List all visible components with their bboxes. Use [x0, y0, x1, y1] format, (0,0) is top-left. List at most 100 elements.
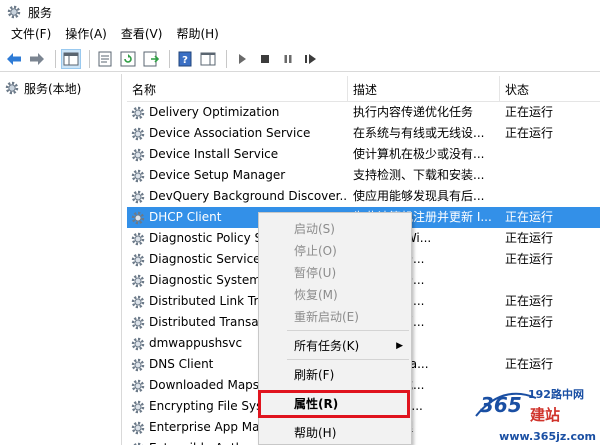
service-row[interactable]: DevQuery Background Discover... 使应用能够发现具有… [127, 186, 600, 207]
console-tree-pane: 服务(本地) [0, 74, 122, 445]
sort-arrow-icon: ^ [231, 74, 239, 81]
service-name: Diagnostic Policy Se [149, 231, 270, 245]
service-status: 正在运行 [505, 126, 554, 140]
service-status [500, 270, 600, 291]
context-menu-item[interactable]: 帮助(H) [259, 422, 411, 444]
service-gear-icon [131, 400, 145, 413]
service-name: Encrypting File Syst [149, 399, 268, 413]
console-tree-icon[interactable] [61, 48, 81, 69]
pause-service-icon[interactable] [278, 49, 298, 69]
context-menu-item[interactable]: 重新启动(E) [259, 306, 411, 328]
service-gear-icon [131, 358, 145, 371]
menu-view[interactable]: 查看(V) [114, 24, 170, 44]
toolbar-separator [169, 49, 170, 68]
service-gear-icon [131, 232, 145, 245]
service-description: 使计算机在极少或没有... [353, 147, 485, 161]
context-menu-item[interactable]: 启动(S) [259, 218, 411, 240]
service-status: 正在运行 [505, 210, 554, 224]
forward-arrow-icon[interactable] [27, 49, 47, 69]
service-name-cell: Delivery Optimization [127, 102, 348, 123]
context-menu-item-label: 恢复(M) [294, 288, 338, 302]
svg-text:192路中网: 192路中网 [528, 387, 584, 401]
context-menu-item-label: 刷新(F) [294, 368, 335, 382]
service-name: Diagnostic System [149, 273, 261, 287]
menu-bar: 文件(F) 操作(A) 查看(V) 帮助(H) [0, 24, 600, 44]
service-name: DevQuery Background Discover... [149, 189, 348, 203]
service-description: 使应用能够发现具有后... [353, 189, 485, 203]
stop-service-icon[interactable] [255, 49, 275, 69]
service-name: Device Setup Manager [149, 168, 286, 182]
watermark-url: www.365jz.com [499, 430, 596, 443]
highlight-annotation-box [258, 390, 410, 418]
service-gear-icon [131, 253, 145, 266]
toolbar-separator [226, 49, 227, 68]
service-name: Diagnostic Service [149, 252, 261, 266]
service-status: 正在运行 [505, 231, 554, 245]
tree-node-label: 服务(本地) [24, 81, 82, 96]
context-menu-separator [287, 330, 409, 331]
service-gear-icon [131, 190, 145, 203]
service-status [500, 165, 600, 186]
service-gear-icon [132, 442, 144, 445]
service-name: DHCP Client [149, 210, 222, 224]
service-status [500, 333, 600, 354]
service-name: Delivery Optimization [149, 105, 280, 119]
service-gear-icon [131, 316, 145, 329]
services-gear-icon [7, 5, 21, 19]
service-status [500, 144, 600, 165]
service-name: dmwappushsvc [149, 336, 243, 350]
service-name: DNS Client [149, 357, 214, 371]
context-menu-item-label: 停止(O) [294, 244, 337, 258]
service-name-cell: DevQuery Background Discover... [127, 186, 348, 207]
toolbar: ? [0, 46, 600, 72]
service-status: 正在运行 [505, 294, 554, 308]
back-arrow-icon[interactable] [4, 49, 24, 69]
svg-text:建站: 建站 [530, 406, 560, 424]
service-description: 执行内容传递优化任务 [353, 105, 474, 119]
service-gear-icon [131, 337, 145, 350]
tree-node-services-local[interactable]: 服务(本地) [4, 78, 81, 98]
menu-action[interactable]: 操作(A) [58, 24, 114, 44]
title-bar: 服务 [0, 0, 600, 24]
context-menu-item[interactable]: 刷新(F) [259, 364, 411, 386]
start-service-icon[interactable] [232, 49, 252, 69]
service-name: Downloaded Maps [149, 378, 260, 392]
window-title: 服务 [28, 5, 53, 20]
service-gear-icon [131, 148, 145, 161]
service-row[interactable]: Device Setup Manager 支持检测、下载和安装... [127, 165, 600, 186]
column-header-name[interactable]: ^ 名称 [127, 74, 348, 102]
service-row[interactable]: Device Install Service 使计算机在极少或没有... [127, 144, 600, 165]
svg-text:365: 365 [480, 393, 522, 417]
menu-help[interactable]: 帮助(H) [169, 24, 225, 44]
restart-service-icon[interactable] [301, 49, 321, 69]
context-menu-item[interactable]: 所有任务(K) ▶ [259, 335, 411, 357]
context-menu-separator [287, 359, 409, 360]
svg-text:?: ? [182, 55, 188, 66]
service-status [500, 186, 600, 207]
export-list-icon[interactable] [141, 49, 161, 69]
service-name: Device Install Service [149, 147, 279, 161]
context-menu-item[interactable]: 停止(O) [259, 240, 411, 262]
service-name: Device Association Service [149, 126, 311, 140]
service-name: Distributed Link Tra [149, 294, 266, 308]
context-menu-item[interactable]: 暂停(U) [259, 262, 411, 284]
service-row[interactable]: Delivery Optimization 执行内容传递优化任务 正在运行 [127, 102, 600, 123]
service-name: Enterprise App Ma [149, 420, 260, 434]
column-header-status[interactable]: 状态 [500, 76, 600, 102]
column-header-description[interactable]: 描述 [348, 76, 500, 102]
service-status: 正在运行 [505, 357, 554, 371]
service-description: 在系统与有线或无线设... [353, 126, 485, 140]
service-description: 支持检测、下载和安装... [353, 168, 485, 182]
service-name: Distributed Transac [149, 315, 266, 329]
context-menu-item[interactable]: 恢复(M) [259, 284, 411, 306]
show-hide-pane-icon[interactable] [198, 49, 218, 69]
context-menu-item-label: 启动(S) [294, 222, 335, 236]
refresh-icon[interactable] [118, 49, 138, 69]
service-gear-icon [131, 211, 145, 224]
watermark-logo: 365 192路中网 建站 www.365jz.com [472, 376, 600, 445]
help-icon[interactable]: ? [175, 49, 195, 69]
service-row[interactable]: Device Association Service 在系统与有线或无线设... 正… [127, 123, 600, 144]
menu-file[interactable]: 文件(F) [4, 24, 58, 44]
service-status: 正在运行 [505, 252, 554, 266]
properties-icon[interactable] [95, 49, 115, 69]
